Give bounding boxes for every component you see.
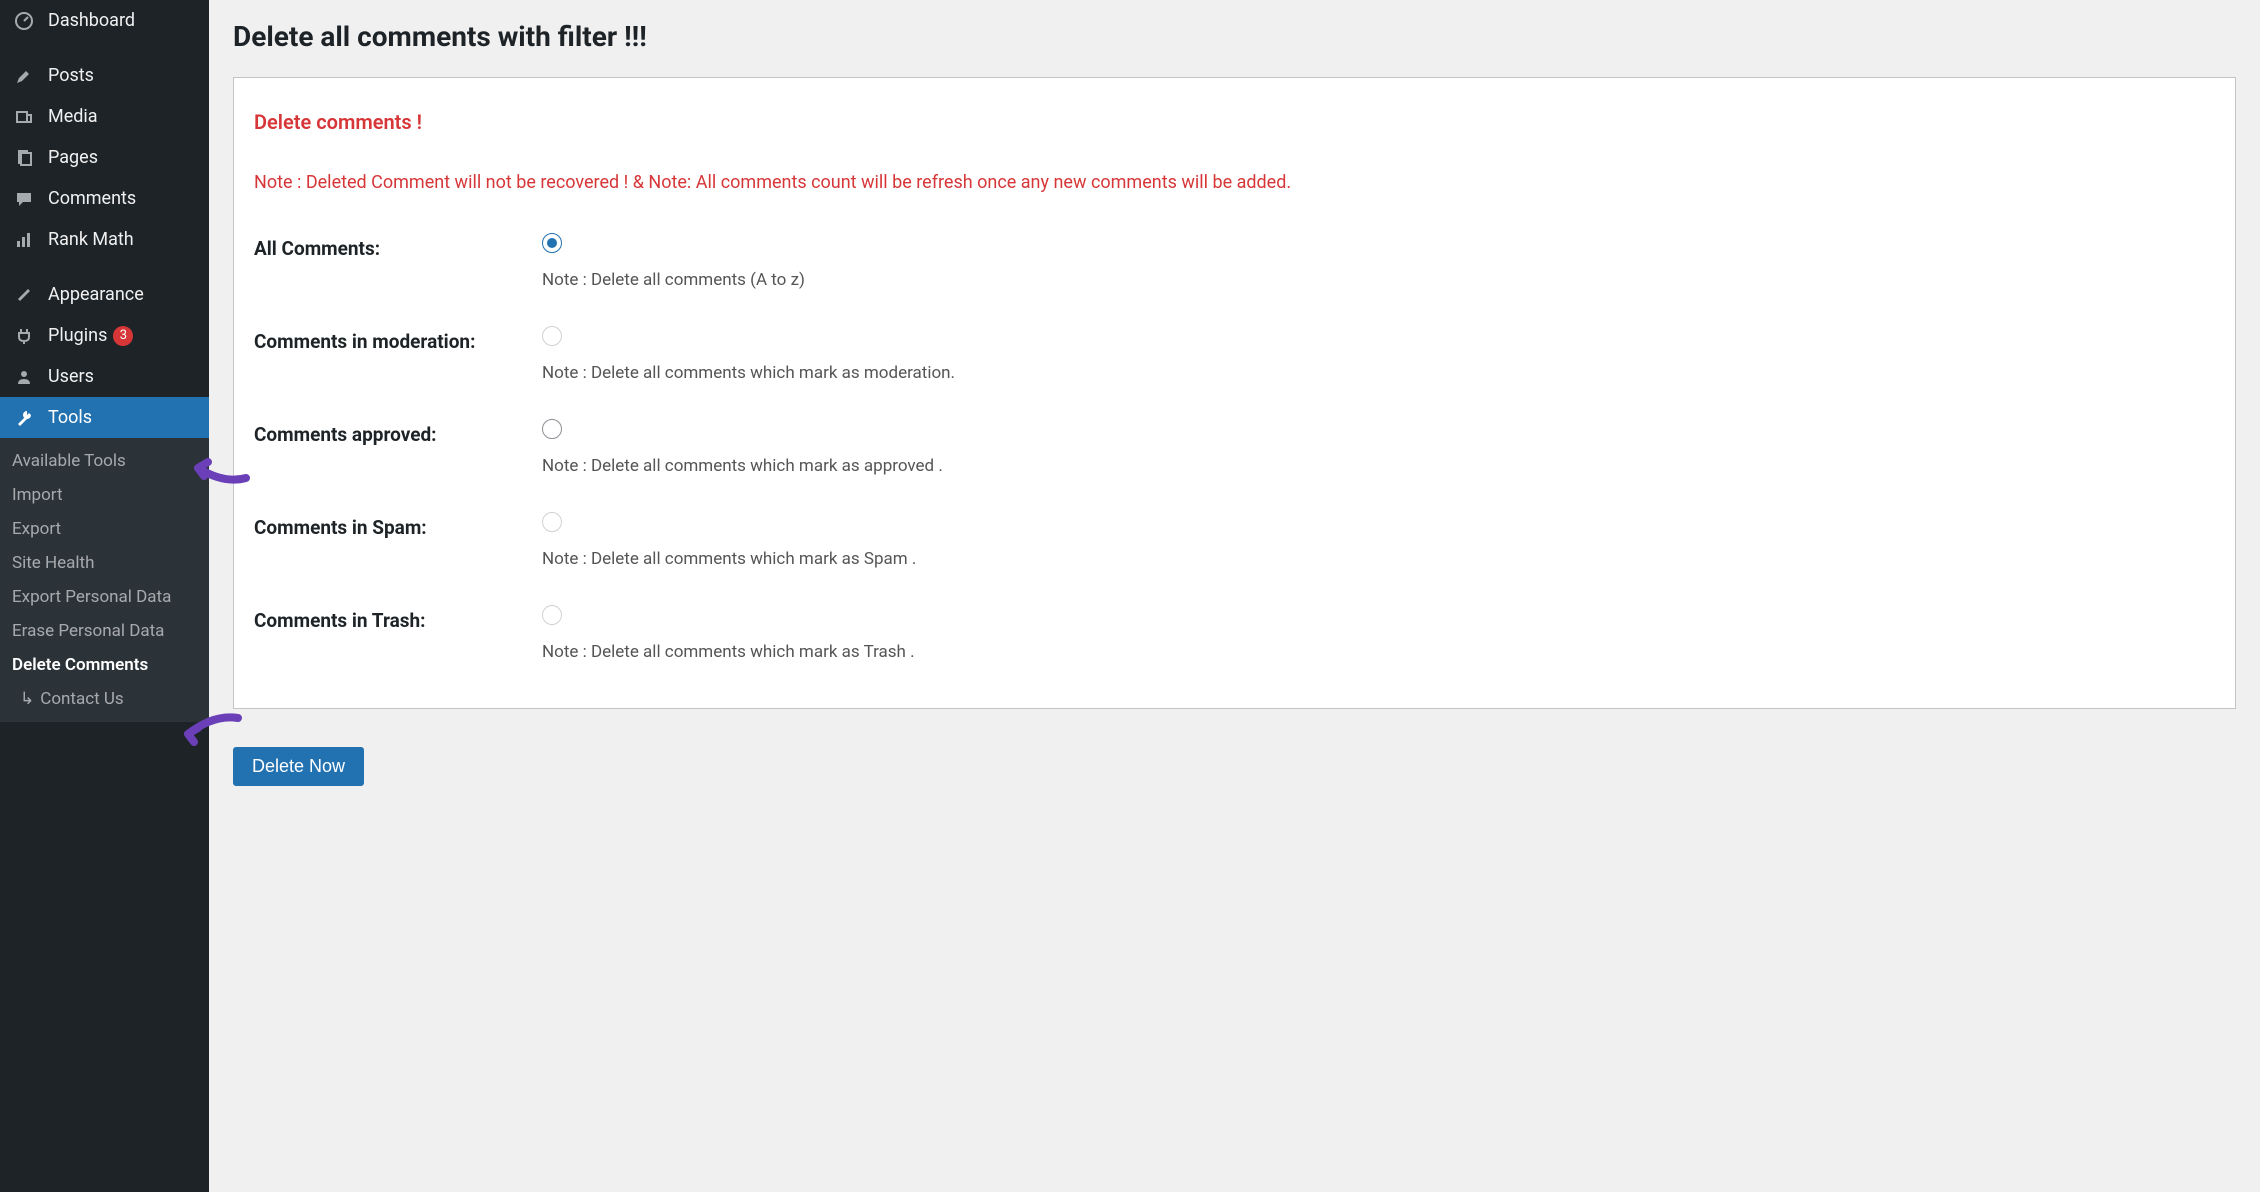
submenu-item[interactable]: Import	[0, 478, 209, 512]
sidebar-item-label: Media	[48, 106, 98, 127]
chart-icon	[12, 230, 36, 250]
tools-submenu: Available Tools Import Export Site Health Ex…	[0, 438, 209, 722]
sidebar-item-label: Plugins	[48, 325, 107, 346]
submenu-item-label: Export Personal Data	[12, 587, 171, 607]
sidebar-item-plugins[interactable]: Plugins 3	[0, 315, 209, 356]
update-badge: 3	[113, 326, 133, 346]
sidebar-item-posts[interactable]: Posts	[0, 55, 209, 96]
option-label: Comments in Trash:	[254, 587, 542, 680]
pin-icon	[12, 66, 36, 86]
option-note: Note : Delete all comments which mark as…	[542, 642, 2215, 662]
sidebar-item-dashboard[interactable]: Dashboard	[0, 0, 209, 41]
options-table: All Comments:Note : Delete all comments …	[254, 215, 2215, 680]
comment-icon	[12, 189, 36, 209]
sidebar-item-comments[interactable]: Comments	[0, 178, 209, 219]
submenu-item-label: Contact Us	[40, 689, 123, 709]
submenu-item[interactable]: Export Personal Data	[0, 580, 209, 614]
option-label: Comments approved:	[254, 401, 542, 494]
option-row: Comments approved:Note : Delete all comm…	[254, 401, 2215, 494]
option-row: All Comments:Note : Delete all comments …	[254, 215, 2215, 308]
main-content: Delete all comments with filter !!! Dele…	[209, 0, 2260, 1192]
option-row: Comments in Trash:Note : Delete all comm…	[254, 587, 2215, 680]
sidebar-item-tools[interactable]: Tools	[0, 397, 209, 438]
delete-now-button[interactable]: Delete Now	[233, 747, 364, 786]
submenu-item[interactable]: Available Tools	[0, 444, 209, 478]
option-note: Note : Delete all comments which mark as…	[542, 549, 2215, 569]
wrench-icon	[12, 408, 36, 428]
submenu-item[interactable]: Site Health	[0, 546, 209, 580]
submenu-item-label: Export	[12, 519, 61, 539]
option-radio[interactable]	[542, 326, 562, 346]
plug-icon	[12, 326, 36, 346]
submenu-item[interactable]: Delete Comments	[0, 648, 209, 682]
sidebar-item-label: Rank Math	[48, 229, 134, 250]
sidebar-item-media[interactable]: Media	[0, 96, 209, 137]
option-label: All Comments:	[254, 215, 542, 308]
brush-icon	[12, 285, 36, 305]
page-title: Delete all comments with filter !!!	[233, 20, 2236, 53]
sidebar-item-label: Pages	[48, 147, 98, 168]
sidebar-item-label: Dashboard	[48, 10, 135, 31]
sidebar-item-label: Appearance	[48, 284, 144, 305]
warning-note: Note : Deleted Comment will not be recov…	[254, 172, 2215, 193]
submenu-item[interactable]: Export	[0, 512, 209, 546]
sidebar-item-pages[interactable]: Pages	[0, 137, 209, 178]
page-icon	[12, 148, 36, 168]
sidebar-item-label: Users	[48, 366, 94, 387]
submenu-item-label: Site Health	[12, 553, 94, 573]
submenu-item-label: Erase Personal Data	[12, 621, 164, 641]
media-icon	[12, 107, 36, 127]
submenu-item[interactable]: Erase Personal Data	[0, 614, 209, 648]
submenu-item-label: Import	[12, 485, 63, 505]
option-row: Comments in moderation:Note : Delete all…	[254, 308, 2215, 401]
submenu-item-label: Delete Comments	[12, 655, 148, 675]
option-radio[interactable]	[542, 605, 562, 625]
option-radio[interactable]	[542, 419, 562, 439]
submenu-item[interactable]: ↳ Contact Us	[0, 682, 209, 716]
sidebar-item-label: Tools	[48, 407, 92, 428]
form-panel: Delete comments ! Note : Deleted Comment…	[233, 77, 2236, 709]
sidebar-item-label: Comments	[48, 188, 136, 209]
option-label: Comments in Spam:	[254, 494, 542, 587]
submenu-item-label: Available Tools	[12, 451, 126, 471]
option-radio[interactable]	[542, 512, 562, 532]
option-note: Note : Delete all comments which mark as…	[542, 456, 2215, 476]
nested-arrow-icon: ↳	[20, 689, 34, 709]
option-note: Note : Delete all comments (A to z)	[542, 270, 2215, 290]
warning-title: Delete comments !	[254, 110, 2215, 134]
admin-sidebar: Dashboard Posts Media Pages Comments Rank Mat…	[0, 0, 209, 1192]
sidebar-item-appearance[interactable]: Appearance	[0, 274, 209, 315]
sidebar-item-rankmath[interactable]: Rank Math	[0, 219, 209, 260]
sidebar-item-label: Posts	[48, 65, 94, 86]
option-label: Comments in moderation:	[254, 308, 542, 401]
sidebar-item-users[interactable]: Users	[0, 356, 209, 397]
dash-icon	[12, 11, 36, 31]
option-row: Comments in Spam:Note : Delete all comme…	[254, 494, 2215, 587]
user-icon	[12, 367, 36, 387]
option-radio[interactable]	[542, 233, 562, 253]
option-note: Note : Delete all comments which mark as…	[542, 363, 2215, 383]
